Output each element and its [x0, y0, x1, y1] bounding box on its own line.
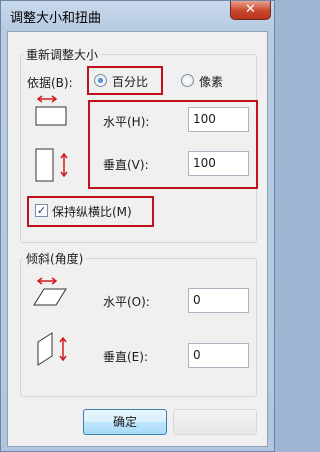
ok-button[interactable]: 确定	[83, 409, 167, 435]
horizontal-size-input[interactable]: 100	[188, 107, 249, 132]
vertical-resize-icon	[35, 148, 68, 182]
horizontal-skew-input[interactable]: 0	[188, 288, 249, 313]
close-icon: ✕	[245, 2, 256, 17]
resize-group-title: 重新调整大小	[23, 46, 102, 63]
resize-skew-dialog: 调整大小和扭曲 ✕ 重新调整大小 依据(B): 百分比 像素 水平(H): 10…	[0, 0, 275, 452]
maintain-aspect-checkbox[interactable]: ✓	[35, 204, 48, 217]
dialog-body: 重新调整大小 依据(B): 百分比 像素 水平(H): 100 垂直(V): 1…	[7, 31, 268, 447]
horizontal-skew-icon	[33, 277, 67, 306]
horizontal-size-label: 水平(H):	[103, 115, 150, 129]
vertical-size-label: 垂直(V):	[103, 158, 149, 172]
vertical-skew-input[interactable]: 0	[188, 343, 249, 368]
window-title: 调整大小和扭曲	[10, 11, 102, 26]
vertical-skew-icon	[37, 332, 67, 366]
pixel-radio[interactable]	[181, 74, 194, 87]
by-label: 依据(B):	[27, 76, 73, 90]
close-button[interactable]: ✕	[230, 1, 271, 20]
maintain-aspect-label[interactable]: 保持纵横比(M)	[52, 203, 132, 220]
pixel-radio-label[interactable]: 像素	[199, 73, 223, 90]
title-bar[interactable]: 调整大小和扭曲 ✕	[1, 1, 274, 31]
vertical-size-input[interactable]: 100	[188, 151, 249, 176]
percent-radio-label[interactable]: 百分比	[112, 73, 148, 90]
cancel-button[interactable]	[173, 409, 257, 435]
skew-group-title: 倾斜(角度)	[23, 250, 87, 267]
horizontal-skew-label: 水平(O):	[103, 295, 150, 309]
percent-radio[interactable]	[94, 74, 107, 87]
vertical-skew-label: 垂直(E):	[103, 350, 148, 364]
horizontal-resize-icon	[35, 95, 67, 126]
